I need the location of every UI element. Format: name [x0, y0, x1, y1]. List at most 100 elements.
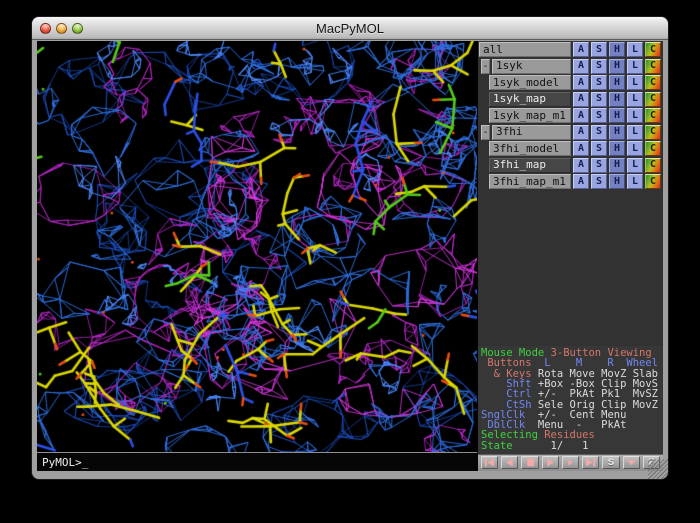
mouse-mode-panel: Mouse Mode 3-Button Viewing Buttons L M … [478, 346, 663, 454]
window-title: MacPyMOL [32, 21, 668, 36]
action-s-3fhi[interactable]: S [591, 125, 607, 140]
action-a-1syk_map_m1[interactable]: A [573, 108, 589, 123]
object-name-3fhi_model[interactable]: 3fhi_model [489, 141, 571, 156]
action-l-1syk_map[interactable]: L [627, 92, 643, 107]
action-h-3fhi_map_m1[interactable]: H [609, 174, 625, 189]
action-c-1syk_model[interactable]: C [645, 75, 661, 90]
play-button[interactable] [542, 456, 559, 469]
command-input[interactable]: PyMOL>_ [42, 456, 88, 469]
step-forward-button[interactable] [562, 456, 579, 469]
action-a-3fhi_map_m1[interactable]: A [573, 174, 589, 189]
object-name-1syk_map[interactable]: 1syk_map [489, 92, 571, 107]
object-list: allASHLC-1sykASHLC1syk_modelASHLC1syk_ma… [478, 41, 663, 189]
object-name-1syk_map_m1[interactable]: 1syk_map_m1 [489, 108, 571, 123]
object-name-3fhi[interactable]: 3fhi [492, 125, 571, 140]
action-s-1syk_map[interactable]: S [591, 92, 607, 107]
action-l-3fhi_map_m1[interactable]: L [627, 174, 643, 189]
molecular-viewport-canvas[interactable] [37, 41, 477, 452]
action-c-1syk_map_m1[interactable]: C [645, 108, 661, 123]
state-label: State [481, 440, 513, 452]
object-name-3fhi_map_m1[interactable]: 3fhi_map_m1 [489, 174, 571, 189]
action-h-3fhi[interactable]: H [609, 125, 625, 140]
go-to-start-button[interactable] [481, 456, 498, 469]
object-name-1syk_model[interactable]: 1syk_model [489, 75, 571, 90]
action-h-1syk_map_m1[interactable]: H [609, 108, 625, 123]
playback-bar: S F [478, 454, 663, 471]
object-name-3fhi_map[interactable]: 3fhi_map [489, 158, 571, 173]
action-a-1syk_model[interactable]: A [573, 75, 589, 90]
resize-grip-icon[interactable] [648, 459, 668, 479]
state-value: 1/ 1 [513, 440, 589, 452]
action-l-3fhi[interactable]: L [627, 125, 643, 140]
action-s-1syk[interactable]: S [591, 59, 607, 74]
action-l-all[interactable]: L [627, 42, 643, 57]
action-a-all[interactable]: A [573, 42, 589, 57]
action-h-3fhi_map[interactable]: H [609, 158, 625, 173]
action-l-1syk[interactable]: L [627, 59, 643, 74]
action-l-1syk_model[interactable]: L [627, 75, 643, 90]
object-row-3fhi: -3fhiASHLC [479, 125, 661, 140]
indent-spacer [479, 108, 489, 123]
action-s-3fhi_model[interactable]: S [591, 141, 607, 156]
viewport-3d: PyMOL>_ [37, 41, 477, 471]
action-s-1syk_model[interactable]: S [591, 75, 607, 90]
command-line-bar[interactable]: PyMOL>_ [37, 452, 477, 471]
macpymol-window: MacPyMOL PyMOL>_ allASHLC-1sykASHLC1syk_… [32, 17, 668, 479]
action-c-1syk[interactable]: C [645, 59, 661, 74]
action-s-3fhi_map_m1[interactable]: S [591, 174, 607, 189]
object-row-3fhi_model: 3fhi_modelASHLC [479, 141, 661, 156]
action-h-1syk_map[interactable]: H [609, 92, 625, 107]
object-row-1syk_map_m1: 1syk_map_m1ASHLC [479, 108, 661, 123]
action-s-all[interactable]: S [591, 42, 607, 57]
action-h-3fhi_model[interactable]: H [609, 141, 625, 156]
window-titlebar[interactable]: MacPyMOL [32, 17, 668, 40]
object-row-1syk_map: 1syk_mapASHLC [479, 92, 661, 107]
action-c-3fhi_model[interactable]: C [645, 141, 661, 156]
object-name-all[interactable]: all [479, 42, 571, 57]
indent-spacer [479, 141, 489, 156]
stop-button[interactable] [521, 456, 538, 469]
object-row-1syk: -1sykASHLC [479, 59, 661, 74]
scene-button[interactable]: S [602, 456, 619, 469]
minimize-button[interactable] [56, 23, 67, 34]
traffic-lights [40, 17, 83, 39]
indent-spacer [479, 92, 489, 107]
close-button[interactable] [40, 23, 51, 34]
indent-spacer [479, 158, 489, 173]
action-a-3fhi_map[interactable]: A [573, 158, 589, 173]
action-l-3fhi_model[interactable]: L [627, 141, 643, 156]
object-name-1syk[interactable]: 1syk [492, 59, 571, 74]
action-c-3fhi_map_m1[interactable]: C [645, 174, 661, 189]
indent-spacer [479, 174, 489, 189]
action-a-1syk[interactable]: A [573, 59, 589, 74]
control-panel: allASHLC-1sykASHLC1syk_modelASHLC1syk_ma… [477, 41, 663, 471]
window-content: PyMOL>_ allASHLC-1sykASHLC1syk_modelASHL… [37, 41, 663, 471]
action-c-3fhi_map[interactable]: C [645, 158, 661, 173]
state-row: State 1/ 1 [481, 441, 663, 451]
object-row-1syk_model: 1syk_modelASHLC [479, 75, 661, 90]
action-s-3fhi_map[interactable]: S [591, 158, 607, 173]
action-h-all[interactable]: H [609, 42, 625, 57]
object-row-all: allASHLC [479, 42, 661, 57]
zoom-button[interactable] [72, 23, 83, 34]
action-h-1syk[interactable]: H [609, 59, 625, 74]
action-l-1syk_map_m1[interactable]: L [627, 108, 643, 123]
step-back-button[interactable] [501, 456, 518, 469]
collapse-toggle-3fhi[interactable]: - [481, 125, 490, 140]
object-row-3fhi_map_m1: 3fhi_map_m1ASHLC [479, 174, 661, 189]
action-a-3fhi[interactable]: A [573, 125, 589, 140]
desktop-background: MacPyMOL PyMOL>_ allASHLC-1sykASHLC1syk_… [0, 0, 700, 523]
menu-down-button[interactable] [623, 456, 640, 469]
action-l-3fhi_map[interactable]: L [627, 158, 643, 173]
action-s-1syk_map_m1[interactable]: S [591, 108, 607, 123]
action-a-1syk_map[interactable]: A [573, 92, 589, 107]
action-c-3fhi[interactable]: C [645, 125, 661, 140]
action-a-3fhi_model[interactable]: A [573, 141, 589, 156]
action-c-all[interactable]: C [645, 42, 661, 57]
action-h-1syk_model[interactable]: H [609, 75, 625, 90]
object-row-3fhi_map: 3fhi_mapASHLC [479, 158, 661, 173]
indent-spacer [479, 75, 489, 90]
go-to-end-button[interactable] [582, 456, 599, 469]
collapse-toggle-1syk[interactable]: - [481, 59, 490, 74]
action-c-1syk_map[interactable]: C [645, 92, 661, 107]
